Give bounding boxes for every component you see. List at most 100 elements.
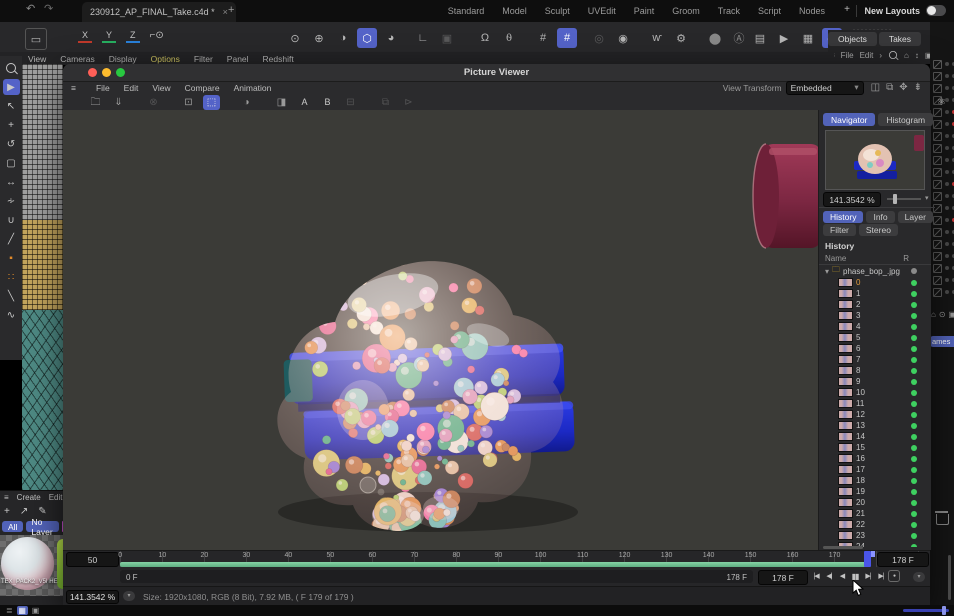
history-hscrollbar[interactable] — [823, 546, 863, 549]
history-col-r[interactable]: R — [903, 254, 909, 263]
grid-view-icon[interactable]: ▦ — [17, 606, 28, 615]
loop-icon[interactable]: ● — [888, 570, 900, 582]
layer-dot[interactable] — [945, 278, 949, 282]
timeline-range-bar[interactable] — [120, 562, 868, 567]
dock-layer-row[interactable] — [930, 178, 954, 190]
layer-dot[interactable] — [945, 254, 949, 258]
close-x-icon[interactable]: ⊗ — [145, 95, 162, 110]
render-view-icon[interactable]: ⊙ — [285, 28, 305, 48]
clapper-save-icon[interactable]: ▦ — [798, 28, 818, 48]
history-frame-row[interactable]: 0 — [819, 277, 931, 288]
popout-icon[interactable]: ⧉ — [886, 83, 893, 93]
layer-toggle-icon[interactable] — [933, 144, 942, 153]
history-frame-row[interactable]: 3 — [819, 310, 931, 321]
history-list[interactable]: ▾ 🗀 phase_bop_.jpg 0 1 — [819, 264, 931, 547]
pen-tool-icon[interactable]: ╱ — [3, 231, 20, 247]
layer-toggle-icon[interactable] — [933, 168, 942, 177]
layer-toggle-icon[interactable] — [933, 192, 942, 201]
uv-u-icon[interactable]: Ω — [475, 28, 495, 48]
go-end-icon[interactable]: ▶| — [875, 570, 887, 582]
objects-panel-tab[interactable]: Takes — [879, 32, 921, 46]
vp-menu-item[interactable]: View — [21, 54, 53, 64]
grid-active-icon[interactable]: # — [557, 28, 577, 48]
magnet-tool-icon[interactable]: ∻ — [3, 193, 20, 209]
axis-y-button[interactable]: Y — [102, 29, 116, 43]
history-frame-row[interactable]: 22 — [819, 519, 931, 530]
layer-toggle-icon[interactable] — [933, 132, 942, 141]
view-transform-select[interactable]: Embedded▾ — [786, 81, 864, 95]
move-tool-icon[interactable]: + — [3, 117, 20, 133]
frame-status-dot[interactable] — [911, 511, 917, 517]
end-frame-field[interactable]: 178 F — [877, 552, 929, 567]
frame-status-dot[interactable] — [911, 456, 917, 462]
grid-icon[interactable]: # — [533, 28, 553, 48]
frame-status-dot[interactable] — [911, 324, 917, 330]
history-frame-row[interactable]: 17 — [819, 464, 931, 475]
arrow-box-icon[interactable]: ⊳ — [400, 95, 417, 110]
split-view-icon[interactable]: ◫ — [871, 83, 880, 93]
frame-status-dot[interactable] — [911, 379, 917, 385]
vp-menu-item[interactable]: Filter — [187, 54, 220, 64]
history-frame-row[interactable]: 5 — [819, 332, 931, 343]
frame-status-dot[interactable] — [911, 412, 917, 418]
layer-dot[interactable] — [945, 62, 949, 66]
trash-icon[interactable] — [936, 514, 949, 525]
sphere-half-icon[interactable]: ◑ — [333, 28, 353, 48]
undo-icon[interactable]: ↶ — [26, 4, 35, 15]
filter-nolayer-pill[interactable]: No Layer — [26, 521, 58, 532]
minus-box-icon[interactable]: ⊟ — [342, 95, 359, 110]
material-menu-create[interactable]: Create — [17, 493, 41, 502]
navigator-zoom-field[interactable]: 141.3542 % — [823, 192, 881, 207]
layer-dot[interactable] — [945, 230, 949, 234]
chevron-icon[interactable]: › — [879, 51, 882, 60]
layer-dot[interactable] — [945, 242, 949, 246]
frame-status-dot[interactable] — [911, 280, 917, 286]
next-frame-icon[interactable]: ▶| — [862, 570, 874, 582]
zoom-dropdown-icon[interactable]: ▾ — [925, 195, 929, 202]
material-menu-edit[interactable]: Edit — [49, 493, 63, 502]
layer-toggle-icon[interactable] — [933, 228, 942, 237]
frame-status-dot[interactable] — [911, 302, 917, 308]
tab-navigator[interactable]: Navigator — [823, 113, 875, 126]
frame-image-icon[interactable]: ⊡ — [180, 95, 197, 110]
frame-status-dot[interactable] — [911, 533, 917, 539]
layer-toggle-icon[interactable] — [933, 120, 942, 129]
coord-system-icon[interactable]: ⌐⊙ — [150, 31, 164, 41]
history-frame-row[interactable]: 19 — [819, 486, 931, 497]
scale-tool-icon[interactable]: ▢ — [3, 155, 20, 171]
home-icon[interactable]: ⌂ — [931, 310, 936, 319]
knife-tool-icon[interactable]: ╲ — [3, 288, 20, 304]
ab-swap-icon[interactable]: ◨ — [273, 95, 290, 110]
dock-layer-row[interactable] — [930, 190, 954, 202]
frame-status-dot[interactable] — [911, 423, 917, 429]
clapper-play-icon[interactable]: ▶ — [774, 28, 794, 48]
axis-z-button[interactable]: Z — [126, 29, 140, 43]
layer-dot[interactable] — [945, 266, 949, 270]
layer-dot[interactable] — [945, 182, 949, 186]
tab-info[interactable]: Info — [866, 211, 894, 223]
plane-icon[interactable]: ▣ — [437, 28, 457, 48]
dock-layer-row[interactable] — [930, 250, 954, 262]
pv-canvas[interactable] — [63, 110, 818, 550]
dock-layer-row[interactable] — [930, 286, 954, 298]
search-icon[interactable] — [889, 51, 897, 59]
zoom-tool-icon[interactable] — [3, 60, 20, 76]
filter-icon[interactable]: ↕ — [915, 51, 919, 60]
dock-layer-row[interactable] — [930, 70, 954, 82]
layer-dot[interactable] — [945, 86, 949, 90]
home-icon[interactable]: ⌂ — [904, 51, 909, 60]
eyedropper-icon[interactable]: ✎ — [38, 506, 46, 517]
minimize-window-icon[interactable] — [102, 68, 111, 77]
history-frame-row[interactable]: 20 — [819, 497, 931, 508]
layout-tab[interactable]: UVEdit — [579, 6, 625, 16]
new-layouts-toggle[interactable] — [926, 5, 946, 16]
axis-x-button[interactable]: X — [78, 29, 92, 43]
layer-dot[interactable] — [945, 170, 949, 174]
status-zoom-dropdown-icon[interactable]: ▾ — [123, 591, 135, 601]
frame-status-dot[interactable] — [911, 346, 917, 352]
status-zoom-field[interactable]: 141.3542 % — [66, 590, 119, 604]
pv-menu-item[interactable]: Compare — [185, 83, 234, 93]
dock-layer-row[interactable] — [930, 142, 954, 154]
document-tab[interactable]: 230912_AP_FINAL_Take.c4d * × — [82, 2, 236, 22]
viewport-sliver[interactable] — [22, 64, 63, 490]
